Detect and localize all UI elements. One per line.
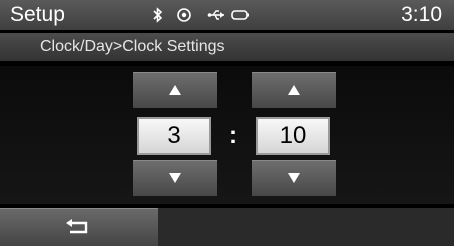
bluetooth-icon: [152, 6, 164, 29]
minute-value[interactable]: 10: [256, 117, 330, 155]
hour-up-button[interactable]: [133, 72, 217, 108]
arrow-down-icon: [169, 173, 181, 183]
record-icon: [176, 6, 192, 29]
battery-icon: [230, 6, 252, 29]
clock-settings-panel: [0, 66, 454, 204]
time-separator: :: [229, 122, 237, 149]
setup-screen: Setup 3:10 Clock/Day>Clock Settings 3: …: [0, 0, 454, 246]
hour-value[interactable]: 3: [137, 117, 211, 155]
arrow-up-icon: [288, 85, 300, 95]
hour-down-button[interactable]: [133, 160, 217, 196]
clock-time: 3:10: [401, 3, 442, 26]
bottom-bar: [0, 208, 454, 246]
back-button[interactable]: [0, 208, 158, 246]
breadcrumb: Clock/Day>Clock Settings: [40, 38, 225, 55]
app-title: Setup: [10, 3, 65, 26]
minute-up-button[interactable]: [252, 72, 336, 108]
arrow-down-icon: [288, 173, 300, 183]
minute-down-button[interactable]: [252, 160, 336, 196]
usb-icon: [207, 6, 227, 29]
breadcrumb-bar: Clock/Day>Clock Settings: [0, 33, 454, 61]
back-arrow-icon: [66, 219, 88, 234]
status-bar: Setup 3:10: [0, 0, 454, 30]
arrow-up-icon: [169, 85, 181, 95]
